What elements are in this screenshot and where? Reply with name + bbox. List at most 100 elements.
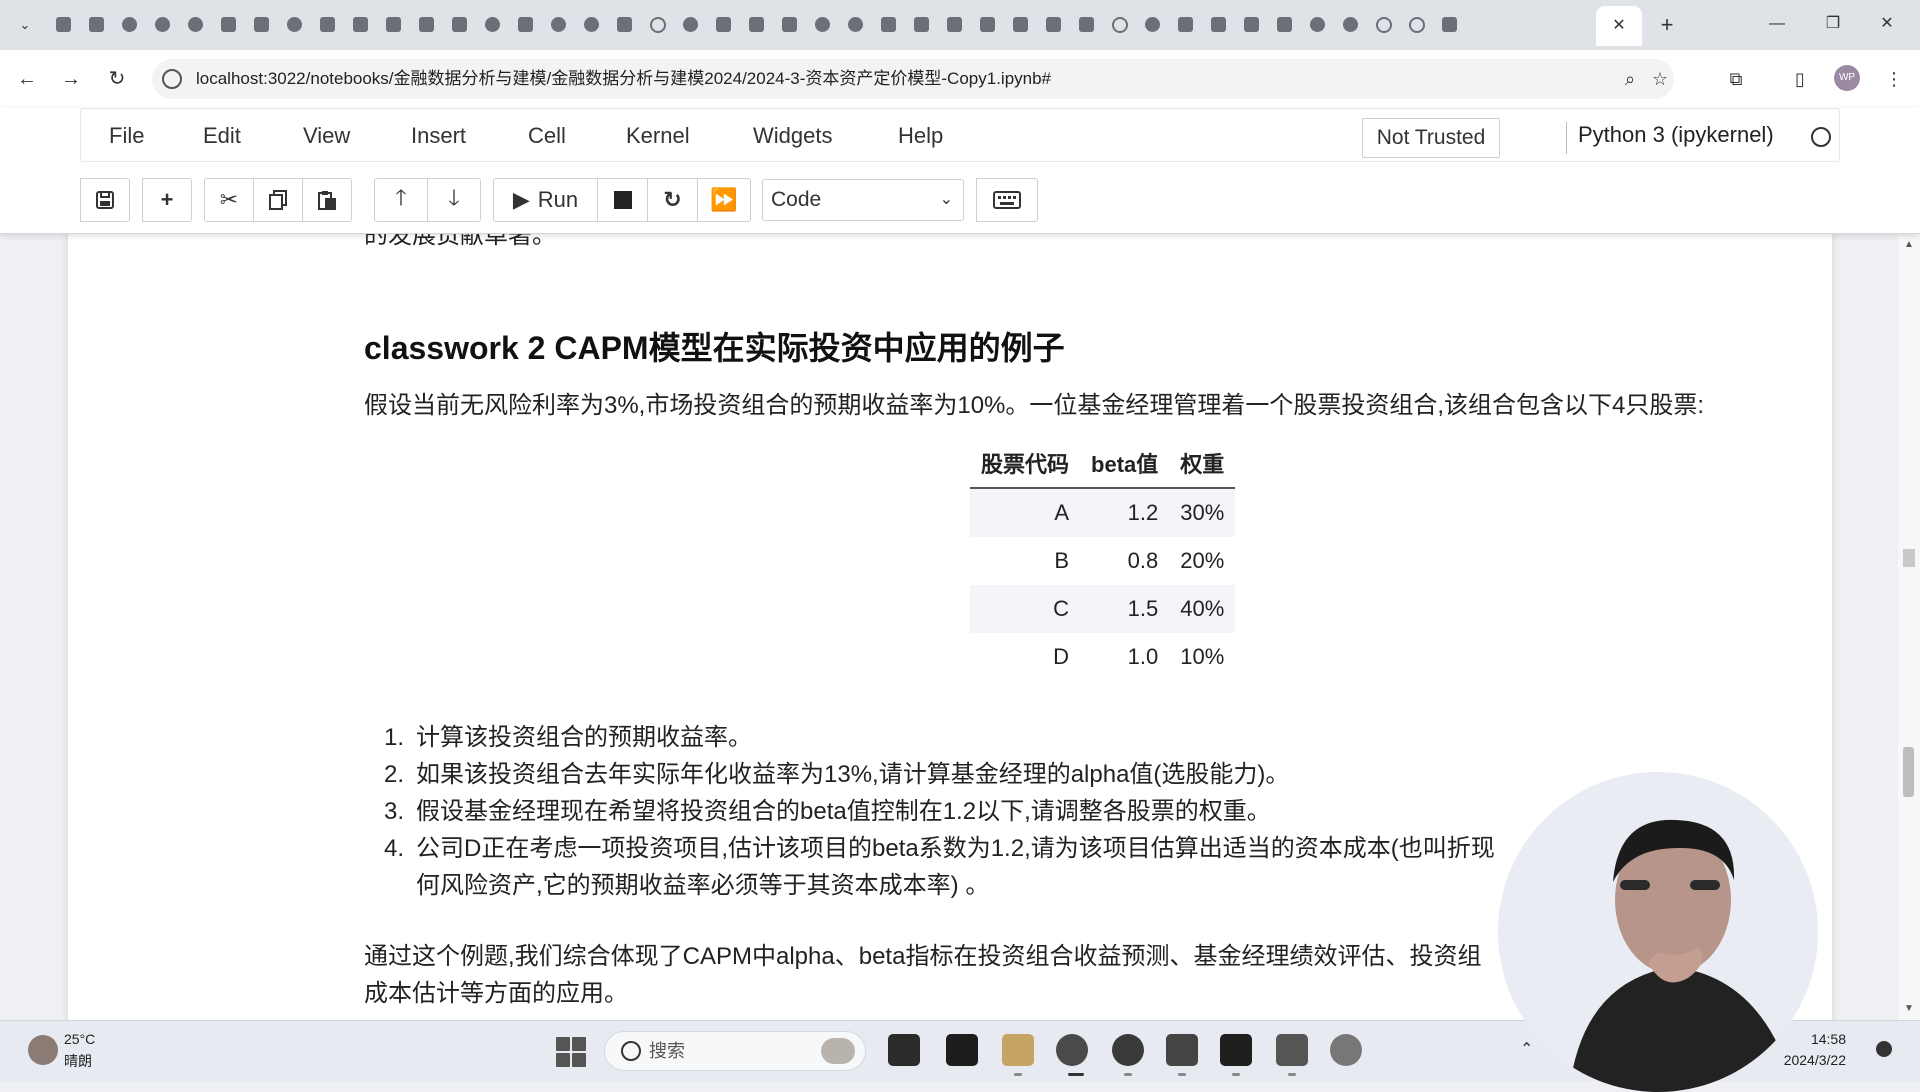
cut-button[interactable]: ✂ bbox=[204, 178, 254, 222]
browser-tab[interactable] bbox=[347, 11, 374, 38]
browser-tab[interactable] bbox=[644, 11, 671, 38]
command-palette-button[interactable] bbox=[976, 178, 1038, 222]
browser-tab[interactable] bbox=[512, 11, 539, 38]
browser-tab[interactable] bbox=[1106, 11, 1133, 38]
wps-icon[interactable] bbox=[1276, 1034, 1308, 1066]
browser-tab[interactable] bbox=[1172, 11, 1199, 38]
scroll-down-arrow-icon[interactable]: ▼ bbox=[1904, 1003, 1914, 1014]
browser-tab[interactable] bbox=[710, 11, 737, 38]
taskbar-app-icon[interactable] bbox=[888, 1034, 920, 1066]
browser-tab[interactable] bbox=[50, 11, 77, 38]
extensions-icon[interactable]: ⧉ bbox=[1720, 63, 1752, 95]
clock-time[interactable]: 14:58 bbox=[1780, 1031, 1846, 1047]
restart-button[interactable]: ↻ bbox=[647, 178, 698, 222]
browser-tab[interactable] bbox=[446, 11, 473, 38]
browser-tab[interactable] bbox=[677, 11, 704, 38]
browser-tab[interactable] bbox=[611, 11, 638, 38]
notification-icon[interactable] bbox=[1876, 1041, 1892, 1057]
window-close-button[interactable]: ✕ bbox=[1864, 6, 1910, 42]
browser-tab[interactable] bbox=[380, 11, 407, 38]
kernel-name[interactable]: Python 3 (ipykernel) bbox=[1578, 108, 1774, 162]
browser-tab[interactable] bbox=[1403, 11, 1430, 38]
tab-search-chevron-icon[interactable]: ⌄ bbox=[12, 14, 38, 36]
browser-tab[interactable] bbox=[116, 11, 143, 38]
browser-tab[interactable] bbox=[1073, 11, 1100, 38]
browser-menu-icon[interactable]: ⋮ bbox=[1878, 63, 1910, 95]
browser-tab[interactable] bbox=[1040, 11, 1067, 38]
browser-tab[interactable] bbox=[248, 11, 275, 38]
github-tab[interactable] bbox=[281, 11, 308, 38]
taskbar-app-icon[interactable] bbox=[1166, 1034, 1198, 1066]
move-up-button[interactable]: 🡑 bbox=[374, 178, 428, 222]
weather-condition[interactable]: 晴朗 bbox=[64, 1051, 92, 1071]
menu-cell[interactable]: Cell bbox=[528, 109, 566, 163]
url-text[interactable]: localhost:3022/notebooks/金融数据分析与建模/金融数据分… bbox=[196, 59, 1051, 99]
menu-insert[interactable]: Insert bbox=[411, 109, 466, 163]
browser-tab[interactable] bbox=[809, 11, 836, 38]
browser-tab[interactable] bbox=[83, 11, 110, 38]
chrome-icon[interactable] bbox=[1056, 1034, 1088, 1066]
browser-tab[interactable] bbox=[1370, 11, 1397, 38]
browser-tab[interactable] bbox=[875, 11, 902, 38]
interrupt-button[interactable] bbox=[597, 178, 648, 222]
zhihu-tab[interactable] bbox=[314, 11, 341, 38]
insert-cell-button[interactable]: + bbox=[142, 178, 192, 222]
run-button[interactable]: ▶ Run bbox=[493, 178, 598, 222]
tray-chevron-up-icon[interactable]: ⌃ bbox=[1520, 1039, 1533, 1059]
browser-tab[interactable] bbox=[1304, 11, 1331, 38]
browser-tab[interactable] bbox=[1436, 11, 1463, 38]
site-info-icon[interactable] bbox=[162, 69, 182, 89]
browser-tab[interactable] bbox=[1238, 11, 1265, 38]
github-tab[interactable] bbox=[578, 11, 605, 38]
browser-tab[interactable] bbox=[842, 11, 869, 38]
browser-tab[interactable] bbox=[479, 11, 506, 38]
profile-avatar[interactable]: WP bbox=[1834, 65, 1860, 91]
window-restore-button[interactable]: ❐ bbox=[1810, 6, 1856, 42]
zhihu-tab[interactable] bbox=[413, 11, 440, 38]
windows-start-icon[interactable] bbox=[556, 1037, 586, 1067]
active-tab-close-icon[interactable]: ✕ bbox=[1596, 6, 1642, 46]
browser-tab[interactable] bbox=[215, 11, 242, 38]
scrollbar-thumb[interactable] bbox=[1903, 747, 1914, 797]
menu-help[interactable]: Help bbox=[898, 109, 943, 163]
save-button[interactable] bbox=[80, 178, 130, 222]
side-panel-icon[interactable]: ▯ bbox=[1784, 63, 1816, 95]
taskbar-app-icon[interactable] bbox=[946, 1034, 978, 1066]
terminal-icon[interactable] bbox=[1220, 1034, 1252, 1066]
menu-edit[interactable]: Edit bbox=[203, 109, 241, 163]
browser-tab[interactable] bbox=[149, 11, 176, 38]
browser-tab[interactable] bbox=[545, 11, 572, 38]
browser-tab[interactable] bbox=[1007, 11, 1034, 38]
scroll-up-arrow-icon[interactable]: ▲ bbox=[1904, 239, 1914, 250]
reload-icon[interactable]: ↻ bbox=[100, 62, 134, 96]
weather-icon[interactable] bbox=[28, 1035, 58, 1065]
menu-kernel[interactable]: Kernel bbox=[626, 109, 690, 163]
page-scrollbar[interactable]: ▲ ▼ bbox=[1898, 233, 1920, 1020]
browser-tab[interactable] bbox=[1271, 11, 1298, 38]
taskbar-app-icon[interactable] bbox=[1330, 1034, 1362, 1066]
move-down-button[interactable]: 🡓 bbox=[427, 178, 481, 222]
forward-arrow-icon[interactable]: → bbox=[54, 62, 88, 96]
browser-tab[interactable] bbox=[776, 11, 803, 38]
taskbar-search-input[interactable]: 搜索 bbox=[604, 1031, 866, 1071]
zoom-icon[interactable]: ⌕ bbox=[1618, 67, 1642, 91]
clock-date[interactable]: 2024/3/22 bbox=[1780, 1052, 1846, 1068]
cell-type-select[interactable]: Code ⌄ bbox=[762, 179, 964, 221]
restart-run-all-button[interactable]: ⏩ bbox=[697, 178, 751, 222]
menu-file[interactable]: File bbox=[109, 109, 144, 163]
address-bar[interactable]: localhost:3022/notebooks/金融数据分析与建模/金融数据分… bbox=[152, 59, 1674, 99]
file-explorer-icon[interactable] bbox=[1002, 1034, 1034, 1066]
browser-tab[interactable] bbox=[182, 11, 209, 38]
browser-tab[interactable] bbox=[743, 11, 770, 38]
copy-button[interactable] bbox=[253, 178, 303, 222]
taskbar-app-icon[interactable] bbox=[1112, 1034, 1144, 1066]
window-minimize-button[interactable]: — bbox=[1754, 6, 1800, 42]
browser-tab[interactable] bbox=[908, 11, 935, 38]
new-tab-button[interactable]: + bbox=[1652, 10, 1682, 40]
menu-widgets[interactable]: Widgets bbox=[753, 109, 832, 163]
weather-temperature[interactable]: 25°C bbox=[64, 1031, 95, 1047]
bookmark-star-icon[interactable]: ☆ bbox=[1648, 67, 1672, 91]
browser-tab[interactable] bbox=[974, 11, 1001, 38]
browser-tab[interactable] bbox=[1139, 11, 1166, 38]
menu-view[interactable]: View bbox=[303, 109, 350, 163]
